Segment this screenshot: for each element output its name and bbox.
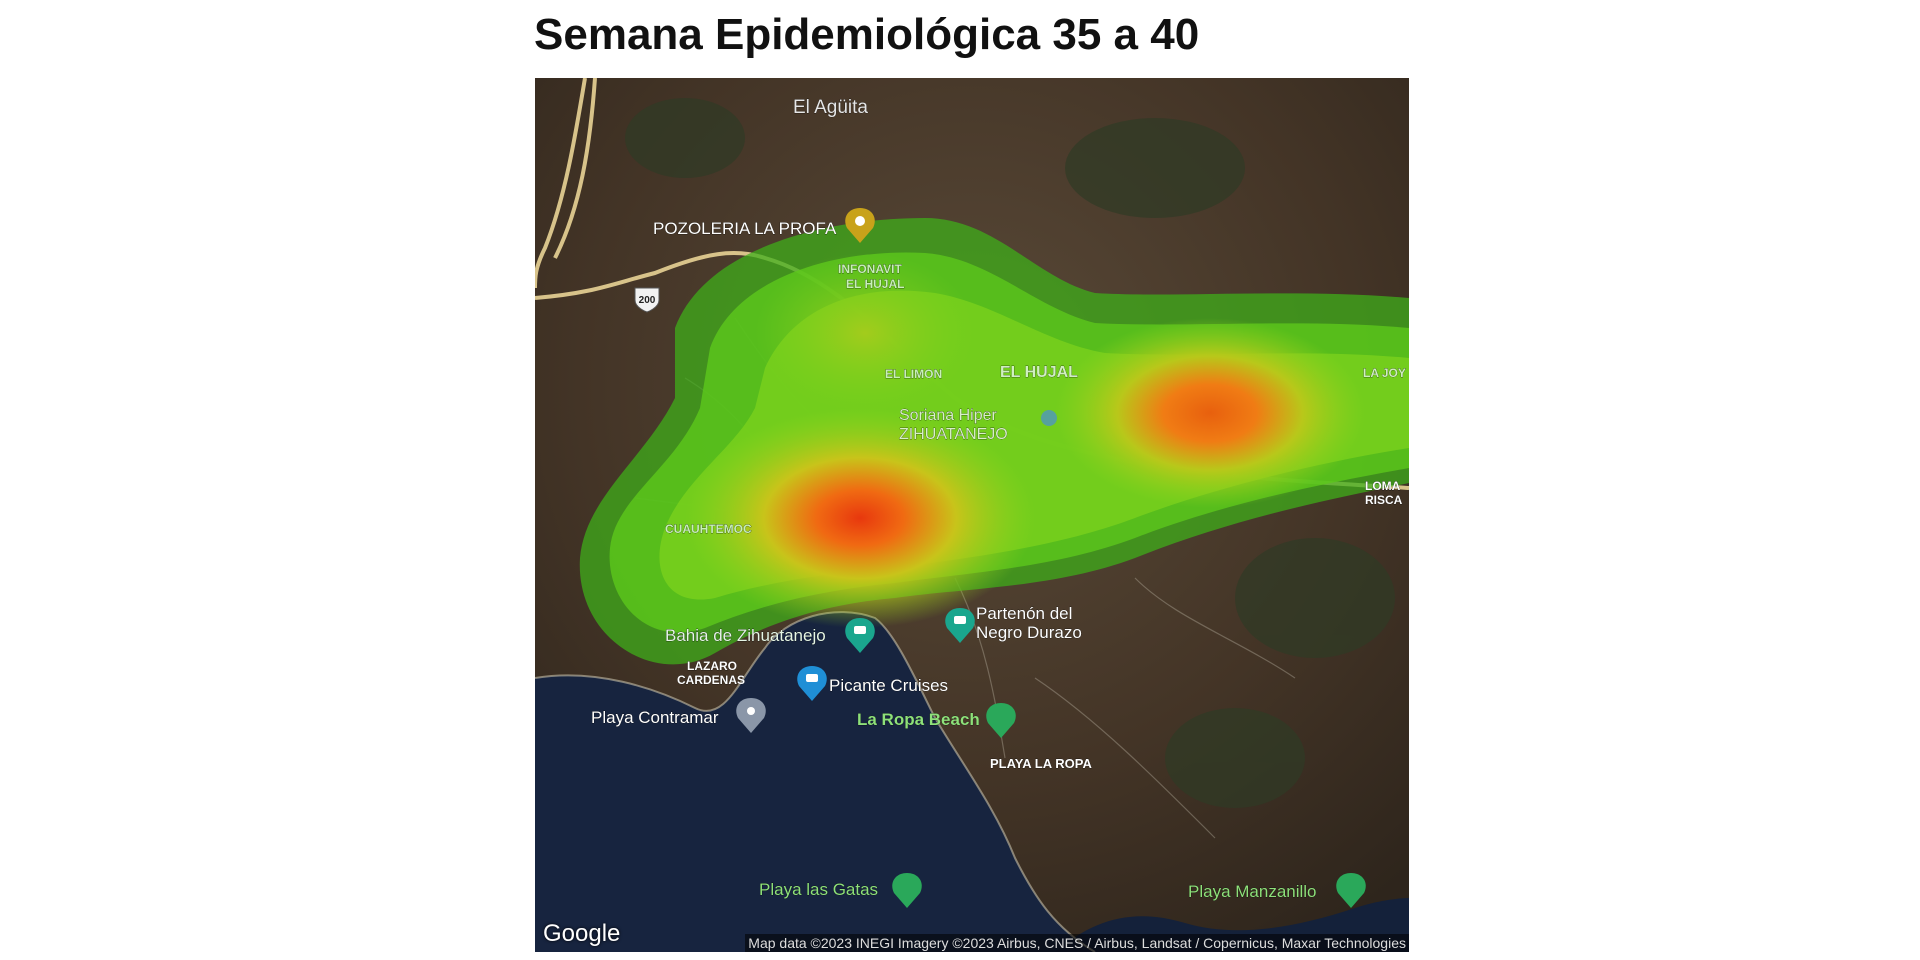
place-label: ZIHUATANEJO xyxy=(899,426,1008,443)
map-attribution[interactable]: Map data ©2023 INEGI Imagery ©2023 Airbu… xyxy=(745,934,1409,952)
place-label: LOMA xyxy=(1365,479,1401,493)
place-label: CARDENAS xyxy=(677,673,745,687)
map-canvas[interactable]: 200 El Agüita POZOLERIA LA PROFA INFONAV… xyxy=(535,78,1409,952)
place-label: Soriana Hiper xyxy=(899,407,998,424)
place-label: POZOLERIA LA PROFA xyxy=(653,219,837,238)
svg-text:200: 200 xyxy=(639,295,656,306)
place-label: Picante Cruises xyxy=(829,676,948,695)
place-label: LAZARO xyxy=(687,659,737,673)
place-label: EL HUJAL xyxy=(846,277,904,291)
place-label: Playa las Gatas xyxy=(759,880,878,899)
place-label: CUAUHTEMOC xyxy=(665,522,752,536)
google-logo: Google xyxy=(543,920,621,947)
place-label: LA JOY xyxy=(1363,366,1406,380)
place-label: Playa Manzanillo xyxy=(1188,882,1317,901)
place-label: Bahia de Zihuatanejo xyxy=(665,626,826,645)
place-label: RISCA xyxy=(1365,493,1403,507)
map-view[interactable]: 200 El Agüita POZOLERIA LA PROFA INFONAV… xyxy=(535,78,1409,952)
place-label: EL LIMON xyxy=(885,367,942,381)
place-label: Negro Durazo xyxy=(976,623,1082,642)
shopping-pin-icon[interactable] xyxy=(1041,410,1057,426)
place-label: Partenón del xyxy=(976,604,1072,623)
place-label: Playa Contramar xyxy=(591,708,719,727)
place-label: El Agüita xyxy=(793,97,868,118)
page-title: Semana Epidemiológica 35 a 40 xyxy=(534,10,1200,59)
place-label: EL HUJAL xyxy=(1000,364,1078,381)
place-label: INFONAVIT xyxy=(838,262,902,276)
place-label: PLAYA LA ROPA xyxy=(990,756,1092,771)
place-label: La Ropa Beach xyxy=(857,710,980,729)
heatmap-hotspot-secondary xyxy=(1055,318,1365,508)
